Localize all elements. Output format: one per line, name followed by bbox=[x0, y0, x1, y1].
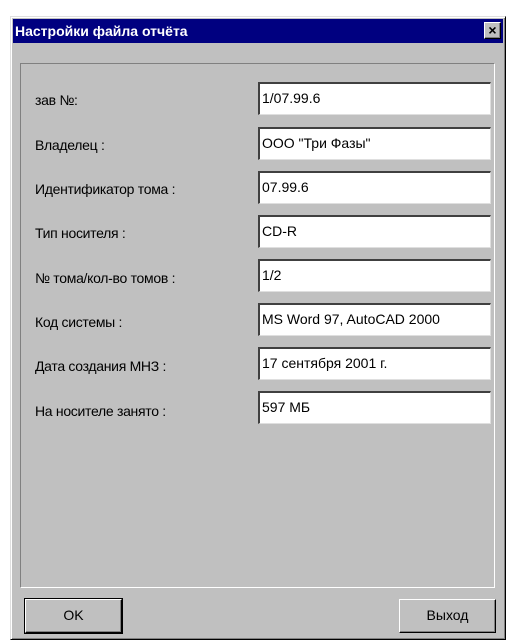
space-used-field[interactable]: 597 МБ bbox=[258, 391, 491, 424]
exit-button[interactable]: Выход bbox=[399, 599, 496, 633]
report-file-settings-dialog: Настройки файла отчёта × зав №: 1/07.99.… bbox=[10, 16, 506, 640]
creation-date-label: Дата создания МНЗ : bbox=[35, 358, 167, 374]
close-icon: × bbox=[488, 22, 497, 38]
title-bar[interactable]: Настройки файла отчёта × bbox=[13, 19, 503, 43]
space-used-label: На носителе занято : bbox=[35, 403, 166, 419]
system-code-label: Код системы : bbox=[35, 314, 123, 330]
creation-date-field[interactable]: 17 сентября 2001 г. bbox=[258, 347, 491, 380]
volume-id-field[interactable]: 07.99.6 bbox=[258, 171, 491, 204]
serial-number-field[interactable]: 1/07.99.6 bbox=[258, 82, 491, 115]
volume-count-field[interactable]: 1/2 bbox=[258, 259, 491, 292]
close-button[interactable]: × bbox=[484, 22, 501, 39]
system-code-field[interactable]: MS Word 97, AutoCAD 2000 bbox=[258, 303, 491, 336]
media-type-label: Тип носителя : bbox=[35, 225, 126, 241]
dialog-title: Настройки файла отчёта bbox=[15, 23, 188, 39]
media-type-field[interactable]: CD-R bbox=[258, 215, 491, 248]
volume-count-label: № тома/кол-во томов : bbox=[35, 270, 176, 286]
owner-field[interactable]: ООО "Три Фазы" bbox=[258, 127, 491, 160]
volume-id-label: Идентификатор тома : bbox=[35, 181, 176, 197]
owner-label: Владелец : bbox=[35, 137, 105, 153]
ok-button[interactable]: OK bbox=[24, 598, 123, 634]
serial-number-label: зав №: bbox=[35, 92, 78, 108]
